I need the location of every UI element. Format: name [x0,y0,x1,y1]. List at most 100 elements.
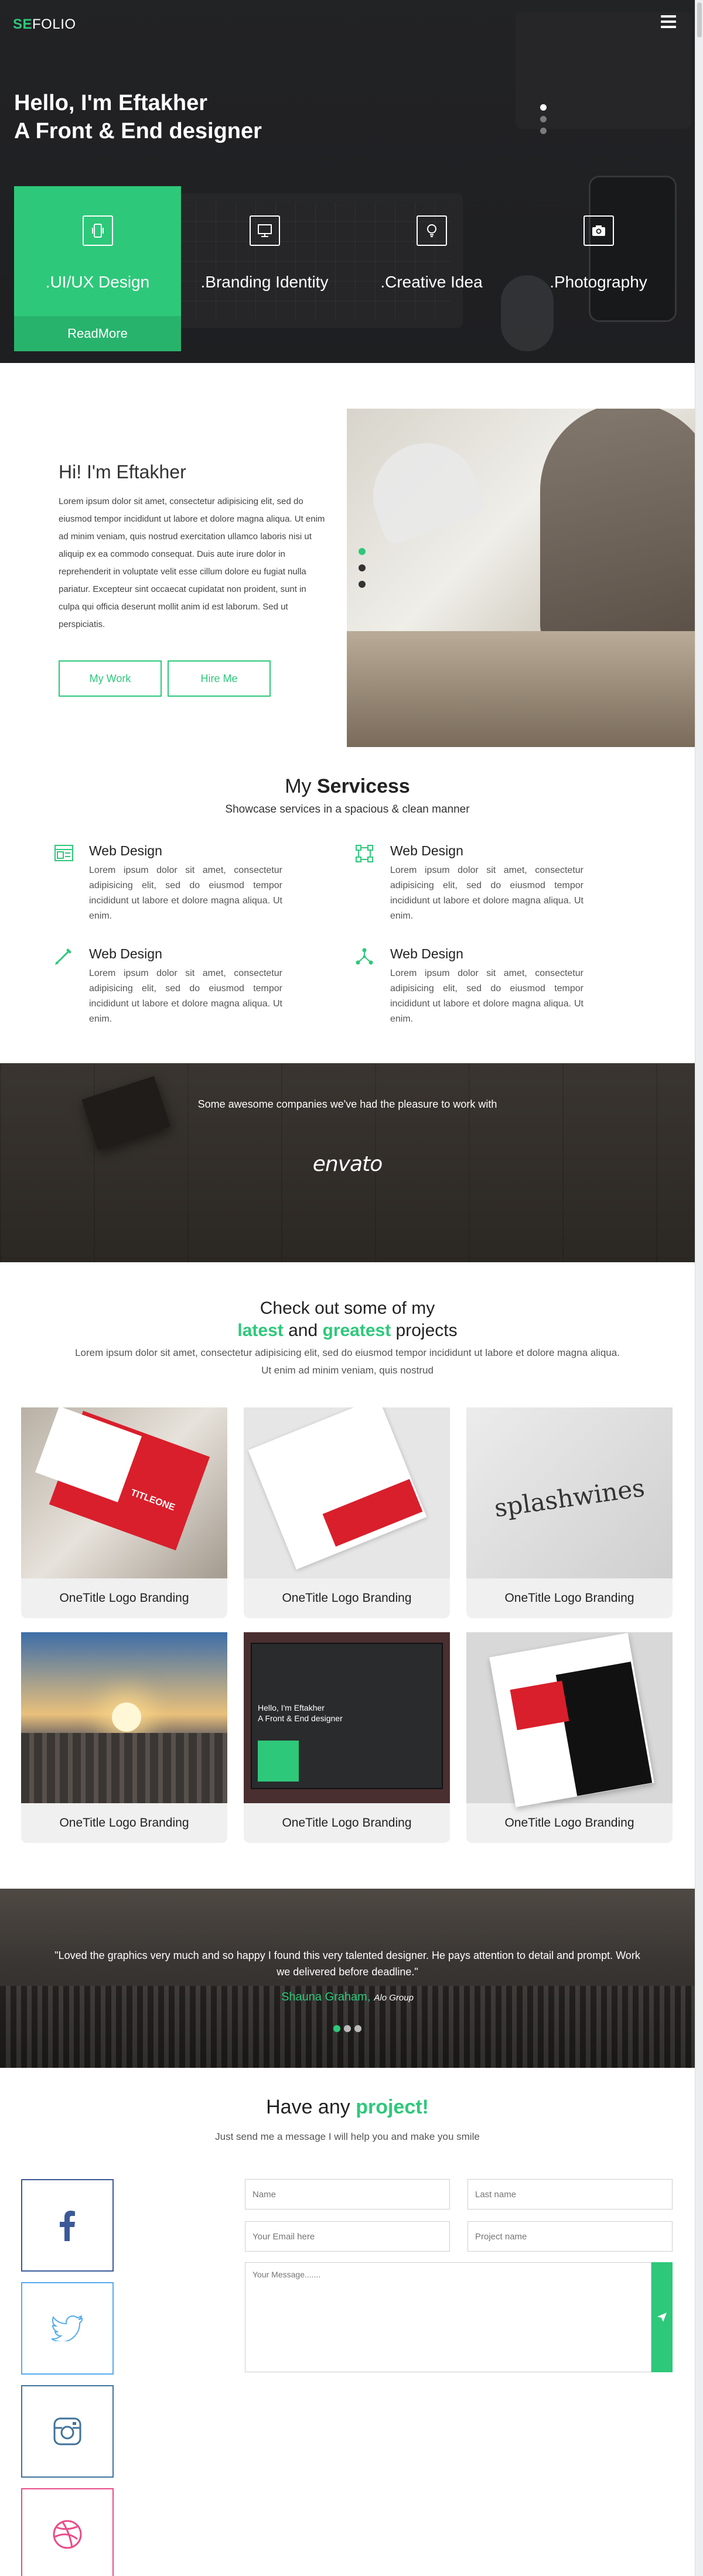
services-title-prefix: My [285,775,317,797]
slider-dot[interactable] [333,2025,340,2032]
contact-title: Have any project! [0,2096,695,2119]
contact-title-accent: project! [356,2096,429,2118]
mockup-text: Hello, I'm Eftakher A Front & End design… [258,1703,343,1724]
testimonial-name: Shauna Graham, [281,1991,371,2003]
services-title: My Servicess [0,775,695,798]
service-card-photography[interactable]: .Photography [515,186,682,351]
project-card[interactable]: splashwines OneTitle Logo Branding [466,1407,673,1618]
service-card-creative[interactable]: .Creative Idea [348,186,515,351]
slider-dot[interactable] [540,128,547,134]
projects-title: Check out some of my latest and greatest… [0,1297,695,1342]
envato-logo[interactable]: envato [0,1152,695,1176]
page-scrollbar[interactable] [695,0,703,2576]
monitor-icon [249,215,280,246]
contact-title-prefix: Have any [266,2096,356,2118]
project-caption: OneTitle Logo Branding [59,1816,189,1830]
hero-slider-dots [540,104,547,139]
service-card-label: .Branding Identity [200,273,329,291]
message-field[interactable] [245,2262,651,2372]
service-item-text: Lorem ipsum dolor sit amet, consectetur … [390,865,583,921]
project-card[interactable]: OneTitle Logo Branding [244,1407,450,1618]
vector-icon [355,844,376,865]
name-field[interactable] [245,2179,450,2210]
testimonial-quote: "Loved the graphics very much and so hap… [54,1950,640,1978]
projects-title-end: projects [391,1321,458,1340]
project-image-website-mockup: Hello, I'm Eftakher A Front & End design… [244,1632,450,1803]
email-field[interactable] [245,2221,450,2252]
slider-dot[interactable] [359,581,366,588]
splash-logo-text: splashwines [492,1473,647,1523]
slider-dot[interactable] [359,548,366,555]
mobile-icon [82,215,113,246]
contact-section: Have any project! Just send me a message… [0,2068,695,2576]
service-card-branding[interactable]: .Branding Identity [181,186,348,351]
my-work-button[interactable]: My Work [59,660,162,697]
slider-dot[interactable] [359,564,366,571]
service-item-text: Lorem ipsum dolor sit amet, consectetur … [89,865,282,921]
scrollbar-thumb[interactable] [697,2,702,37]
project-card[interactable]: OneTitle Logo Branding [21,1632,227,1843]
project-image-splash-logo: splashwines [466,1407,673,1578]
testimonial-dots [0,2025,695,2035]
hamburger-menu-icon[interactable] [661,15,676,28]
hero-title: Hello, I'm Eftakher A Front & End design… [14,89,262,145]
logo-text: FOLIO [32,16,76,32]
sun [112,1703,141,1732]
hire-me-button[interactable]: Hire Me [168,660,271,697]
layout-icon [54,844,75,865]
project-caption: OneTitle Logo Branding [282,1816,412,1830]
contact-subtitle: Just send me a message I will help you a… [215,2131,480,2142]
slider-dot[interactable] [354,2025,361,2032]
project-card[interactable]: OneTitle Logo Branding [466,1632,673,1843]
project-caption: OneTitle Logo Branding [282,1591,412,1605]
facebook-button[interactable] [21,2179,114,2272]
project-caption: OneTitle Logo Branding [504,1591,634,1605]
service-item-title: Web Design [89,843,162,858]
projects-title-latest: latest [237,1321,284,1340]
testimonial-section: "Loved the graphics very much and so hap… [0,1889,695,2068]
mockup-line1: Hello, I'm Eftakher [258,1703,325,1712]
slider-dot[interactable] [344,2025,351,2032]
dribbble-button[interactable] [21,2488,114,2576]
slider-dot[interactable] [540,116,547,122]
service-card-label: .Photography [550,273,647,291]
about-slider-dots [359,548,366,597]
project-card[interactable]: Hello, I'm Eftakher A Front & End design… [244,1632,450,1843]
desk-image [347,631,695,747]
projects-title-and: and [283,1321,323,1340]
service-item-text: Lorem ipsum dolor sit amet, consectetur … [390,968,583,1024]
slider-dot[interactable] [540,104,547,111]
project-name-field[interactable] [467,2221,673,2252]
project-image-business-card: TITLEONE [21,1407,227,1578]
about-text-panel: Hi! I'm Eftakher Lorem ipsum dolor sit a… [0,409,347,747]
send-button[interactable] [651,2262,673,2372]
last-name-field[interactable] [467,2179,673,2210]
service-card-label: .Creative Idea [380,273,483,291]
about-photo [347,409,695,747]
instagram-icon [53,2417,81,2445]
hero-name: Eftakher [118,91,208,115]
site-logo[interactable]: SEFOLIO [13,16,76,33]
read-more-button[interactable]: ReadMore [14,316,181,351]
services-title-bold: Servicess [316,775,410,797]
hero-line2-bold: Front & End [35,119,163,143]
projects-description: Lorem ipsum dolor sit amet, consectetur … [75,1347,620,1376]
service-item-text: Lorem ipsum dolor sit amet, consectetur … [89,968,282,1024]
project-card[interactable]: TITLEONE OneTitle Logo Branding [21,1407,227,1618]
hero-line1-prefix: Hello, I'm [14,91,118,115]
service-item-title: Web Design [89,946,162,961]
facebook-icon [60,2211,75,2241]
twitter-button[interactable] [21,2282,114,2375]
project-image-stationery [244,1407,450,1578]
logo-accent: SE [13,16,33,32]
services-subtitle: Showcase services in a spacious & clean … [225,803,470,816]
service-card-uiux[interactable]: .UI/UX Design ReadMore [14,186,181,351]
menu-bar [661,26,676,28]
projects-title-greatest: greatest [322,1321,391,1340]
project-caption: OneTitle Logo Branding [504,1816,634,1830]
service-item: Web Design Lorem ipsum dolor sit amet, c… [355,946,583,1028]
twitter-icon [52,2315,83,2341]
instagram-button[interactable] [21,2385,114,2478]
service-item-title: Web Design [390,843,463,858]
partners-section: Some awesome companies we've had the ple… [0,1063,695,1262]
